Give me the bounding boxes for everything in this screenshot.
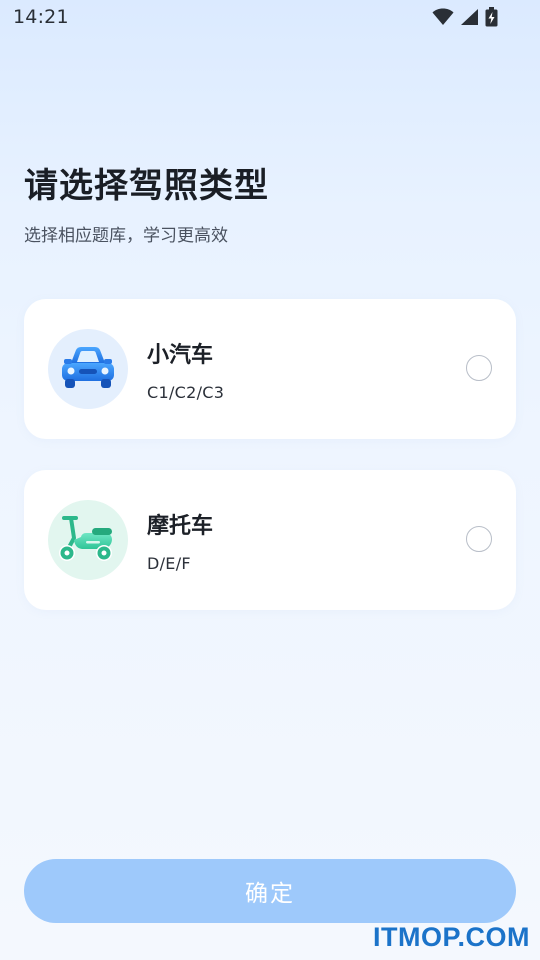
battery-icon xyxy=(485,7,498,27)
motorcycle-radio-button[interactable] xyxy=(466,526,492,552)
wifi-icon xyxy=(432,8,454,26)
option-name: 摩托车 xyxy=(147,514,214,539)
option-license-codes: C1/C2/C3 xyxy=(147,383,225,402)
page-subtitle: 选择相应题库，学习更高效 xyxy=(24,226,228,246)
status-icons xyxy=(432,7,498,27)
motorcycle-avatar xyxy=(48,500,128,580)
scooter-icon xyxy=(56,512,120,568)
option-license-codes: D/E/F xyxy=(147,554,191,573)
status-time: 14:21 xyxy=(13,6,69,28)
car-radio-button[interactable] xyxy=(466,355,492,381)
watermark-text: ITMOP.COM xyxy=(372,922,530,952)
option-card-car[interactable]: 小汽车 C1/C2/C3 xyxy=(24,299,516,439)
car-avatar xyxy=(48,329,128,409)
page-title: 请选择驾照类型 xyxy=(24,166,269,206)
option-name: 小汽车 xyxy=(147,343,214,368)
signal-icon xyxy=(460,8,479,26)
status-bar: 14:21 xyxy=(0,0,540,36)
confirm-button[interactable]: 确定 xyxy=(24,859,516,923)
car-icon xyxy=(59,343,117,395)
option-card-motorcycle[interactable]: 摩托车 D/E/F xyxy=(24,470,516,610)
